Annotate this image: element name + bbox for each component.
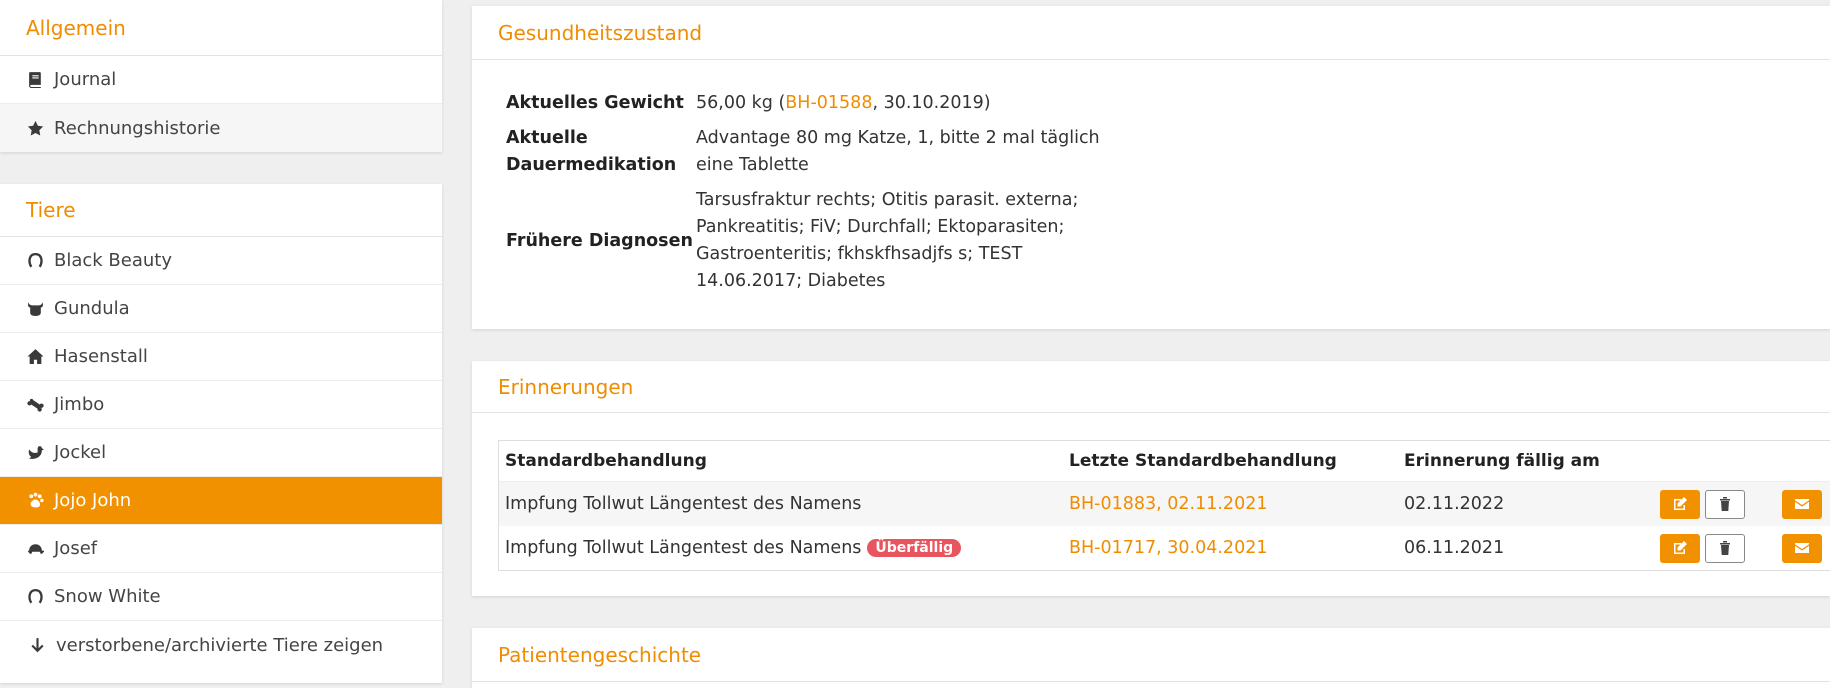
sidebar-item-label: Jojo John (54, 490, 132, 511)
column-header: Standardbehandlung (505, 451, 707, 471)
animals-panel-title: Tiere (0, 184, 442, 237)
medication-label: Aktuelle Dauermedikation (506, 128, 677, 175)
arrow-down-icon (26, 634, 48, 656)
health-details: Aktuelles Gewicht 56,00 kg (BH-01588, 30… (506, 90, 1146, 303)
sidebar-item-jockel[interactable]: Jockel (0, 429, 442, 477)
treatment-cell: Impfung Tollwut Längentest des Namens (499, 494, 1069, 514)
sidebar-item-label: Josef (54, 538, 98, 559)
edit-button[interactable] (1660, 533, 1700, 563)
sidebar-item-josef[interactable]: Josef (0, 525, 442, 573)
row-actions (1654, 489, 1822, 519)
medication-row: Aktuelle Dauermedikation Advantage 80 mg… (506, 125, 1146, 179)
weight-amount: 56,00 kg ( (696, 93, 786, 113)
edit-icon (1674, 497, 1687, 510)
paw-icon (24, 490, 46, 512)
sidebar-item-label: Jimbo (54, 394, 105, 415)
table-header: Standardbehandlung Letzte Standardbehand… (499, 441, 1830, 482)
diagnoses-value: Tarsusfraktur rechts; Otitis parasit. ex… (696, 190, 1079, 291)
treatment-name: Impfung Tollwut Längentest des Namens (505, 494, 862, 514)
show-archived-animals-link[interactable]: verstorbene/archivierte Tiere zeigen (0, 621, 442, 669)
patient-history-title: Patientengeschichte (472, 628, 1830, 682)
due-date: 06.11.2021 (1404, 538, 1505, 558)
horseshoe-icon (24, 586, 46, 608)
sidebar-item-label: Hasenstall (54, 346, 148, 367)
health-panel-title: Gesundheitszustand (472, 6, 1830, 60)
patient-history-panel: Patientengeschichte (472, 628, 1830, 688)
edit-button[interactable] (1660, 489, 1700, 519)
reminders-panel-title: Erinnerungen (472, 361, 1830, 413)
reminders-table: Standardbehandlung Letzte Standardbehand… (498, 440, 1830, 571)
last-treatment-link[interactable]: BH-01883, 02.11.2021 (1069, 494, 1404, 514)
envelope-icon (1795, 499, 1809, 509)
bone-icon (24, 394, 46, 416)
sidebar-item-label: Snow White (54, 586, 161, 607)
horseshoe-icon (24, 250, 46, 272)
sidebar-item-label: Rechnungshistorie (54, 117, 221, 139)
sidebar-item-invoice-history[interactable]: Rechnungshistorie (0, 104, 442, 152)
envelope-icon (1795, 543, 1809, 553)
weight-row: Aktuelles Gewicht 56,00 kg (BH-01588, 30… (506, 90, 1146, 117)
trash-icon (1720, 541, 1730, 555)
sidebar-item-label: Gundula (54, 298, 130, 319)
delete-button[interactable] (1705, 533, 1745, 563)
column-header: Erinnerung fällig am (1404, 451, 1600, 471)
sidebar-item-label: verstorbene/archivierte Tiere zeigen (56, 634, 384, 656)
weight-label: Aktuelles Gewicht (506, 93, 684, 113)
send-reminder-button[interactable] (1782, 533, 1822, 563)
weight-treatment-link[interactable]: BH-01588 (785, 93, 872, 113)
table-row: Impfung Tollwut Längentest des Namens Übe… (499, 526, 1830, 570)
animals-panel: Tiere Black Beauty Gundula Hasenstall Ji… (0, 184, 442, 683)
overdue-badge: Überfällig (867, 539, 962, 557)
sidebar-item-hasenstall[interactable]: Hasenstall (0, 333, 442, 381)
sidebar-item-label: Journal (54, 69, 117, 90)
weight-value: 56,00 kg (BH-01588, 30.10.2019) (696, 90, 1126, 117)
sidebar-item-black-beauty[interactable]: Black Beauty (0, 237, 442, 285)
trash-icon (1720, 497, 1730, 511)
treatment-cell: Impfung Tollwut Längentest des Namens Übe… (499, 538, 1069, 558)
due-date: 02.11.2022 (1404, 494, 1505, 514)
treatment-name: Impfung Tollwut Längentest des Namens (505, 538, 862, 558)
delete-button[interactable] (1705, 489, 1745, 519)
sidebar-item-jojo-john[interactable]: Jojo John (0, 477, 442, 525)
medication-value: Advantage 80 mg Katze, 1, bitte 2 mal tä… (696, 128, 1100, 175)
bird-icon (24, 442, 46, 464)
row-actions (1654, 533, 1822, 563)
general-panel: Allgemein Journal Rechnungshistorie (0, 0, 442, 152)
sidebar-item-snow-white[interactable]: Snow White (0, 573, 442, 621)
last-treatment-link[interactable]: BH-01717, 30.04.2021 (1069, 538, 1404, 558)
sidebar-item-label: Black Beauty (54, 250, 172, 271)
home-icon (24, 346, 46, 368)
reminders-panel: Erinnerungen Standardbehandlung Letzte S… (472, 361, 1830, 596)
sidebar-item-label: Jockel (54, 442, 107, 463)
sidebar-item-gundula[interactable]: Gundula (0, 285, 442, 333)
general-panel-title: Allgemein (0, 0, 442, 56)
sidebar-item-journal[interactable]: Journal (0, 56, 442, 104)
weight-date: , 30.10.2019) (872, 93, 991, 113)
sidebar-item-jimbo[interactable]: Jimbo (0, 381, 442, 429)
book-icon (24, 69, 46, 91)
column-header: Letzte Standardbehandlung (1069, 451, 1337, 471)
turtle-icon (24, 538, 46, 560)
cow-icon (24, 298, 46, 320)
send-reminder-button[interactable] (1782, 489, 1822, 519)
star-icon (24, 117, 46, 139)
health-panel: Gesundheitszustand Aktuelles Gewicht 56,… (472, 6, 1830, 329)
diagnoses-row: Frühere Diagnosen Tarsusfraktur rechts; … (506, 187, 1146, 295)
diagnoses-label: Frühere Diagnosen (506, 230, 693, 251)
edit-icon (1674, 541, 1687, 554)
table-row: Impfung Tollwut Längentest des Namens BH… (499, 482, 1830, 526)
